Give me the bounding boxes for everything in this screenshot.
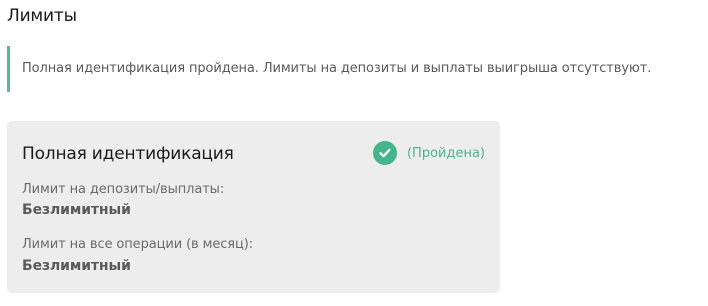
deposit-limit-value: Безлимитный	[22, 202, 131, 218]
status-badge: (Пройдена)	[372, 141, 485, 165]
identification-card: Полная идентификация (Пройдена) Лимит на…	[7, 121, 500, 293]
notice-text: Полная идентификация пройдена. Лимиты на…	[22, 61, 652, 76]
limits-page: Лимиты Полная идентификация пройдена. Ли…	[0, 0, 708, 306]
monthly-limit-value: Безлимитный	[22, 258, 131, 274]
deposit-limit-label: Лимит на депозиты/выплаты:	[22, 182, 225, 197]
page-title: Лимиты	[7, 6, 77, 26]
card-title: Полная идентификация	[22, 144, 234, 164]
monthly-limit-label: Лимит на все операции (в месяц):	[22, 237, 254, 252]
info-notice: Полная идентификация пройдена. Лимиты на…	[7, 46, 697, 92]
check-circle-icon	[372, 141, 397, 165]
status-text: (Пройдена)	[406, 145, 485, 161]
